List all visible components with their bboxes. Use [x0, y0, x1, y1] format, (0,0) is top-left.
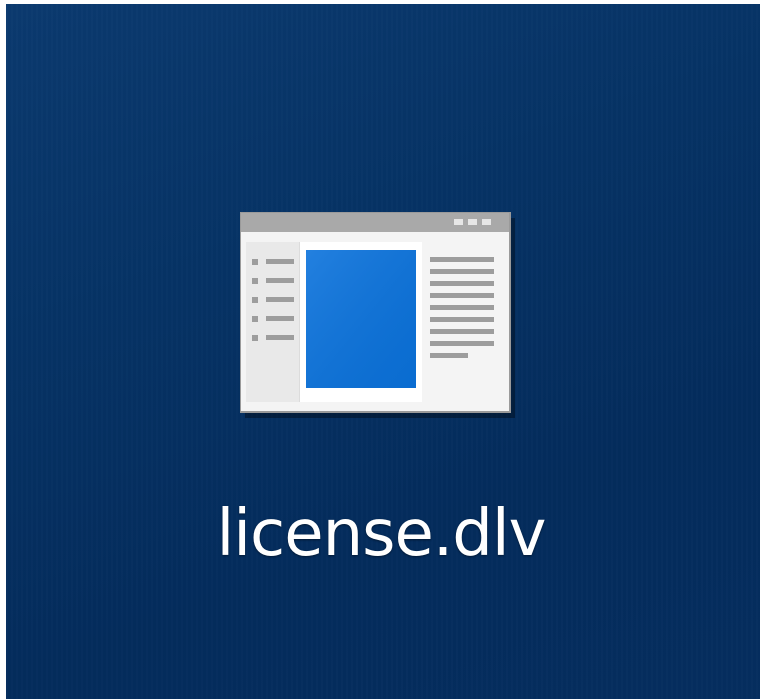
desktop-background: license.dlv — [6, 4, 760, 699]
desktop-icon-license-dlv[interactable]: license.dlv — [156, 194, 606, 594]
document-viewer-window-icon — [240, 212, 515, 418]
desktop-icon-label[interactable]: license.dlv — [156, 494, 606, 574]
